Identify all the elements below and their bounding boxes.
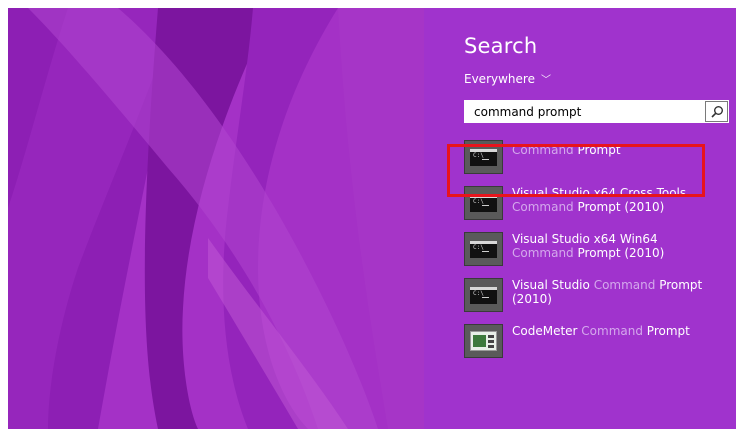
result-label: Visual Studio x64 Win64 Command Prompt (… (512, 232, 665, 260)
codemeter-icon (464, 324, 503, 358)
result-label: CodeMeter Command Prompt (512, 324, 690, 338)
search-scope-dropdown[interactable]: Everywhere ﹀ (464, 71, 551, 87)
search-icon (710, 105, 723, 118)
search-button[interactable] (705, 101, 728, 122)
command-prompt-icon: C:\ (464, 278, 503, 312)
command-prompt-icon: C:\ (464, 232, 503, 266)
result-codemeter-command-prompt[interactable]: CodeMeter Command Prompt (464, 322, 734, 362)
result-label: Command Prompt (512, 143, 621, 157)
search-box (464, 100, 729, 123)
chevron-down-icon: ﹀ (540, 75, 551, 86)
screen: Search Everywhere ﹀ C:\ Command Prompt (8, 8, 736, 429)
search-input[interactable] (464, 101, 705, 122)
result-vs-x64-win64[interactable]: C:\ Visual Studio x64 Win64 Command Prom… (464, 230, 734, 270)
result-vs-command-prompt[interactable]: C:\ Visual Studio Command Prompt (2010) (464, 276, 734, 316)
result-vs-x64-cross-tools[interactable]: C:\ Visual Studio x64 Cross Tools Comman… (464, 184, 734, 224)
search-charm-pane: Search Everywhere ﹀ C:\ Command Prompt (424, 8, 736, 429)
search-scope-label: Everywhere (464, 71, 535, 86)
result-label: Visual Studio x64 Cross Tools Command Pr… (512, 186, 687, 214)
result-label: Visual Studio Command Prompt (2010) (512, 278, 703, 306)
wallpaper-swirl-graphic (8, 8, 424, 429)
command-prompt-icon: C:\ (464, 140, 503, 174)
search-title: Search (464, 34, 538, 58)
command-prompt-icon: C:\ (464, 186, 503, 220)
result-command-prompt[interactable]: C:\ Command Prompt (464, 138, 734, 178)
desktop-background (8, 8, 424, 429)
search-results-list: C:\ Command Prompt C:\ Visual Studio x64… (464, 138, 734, 368)
